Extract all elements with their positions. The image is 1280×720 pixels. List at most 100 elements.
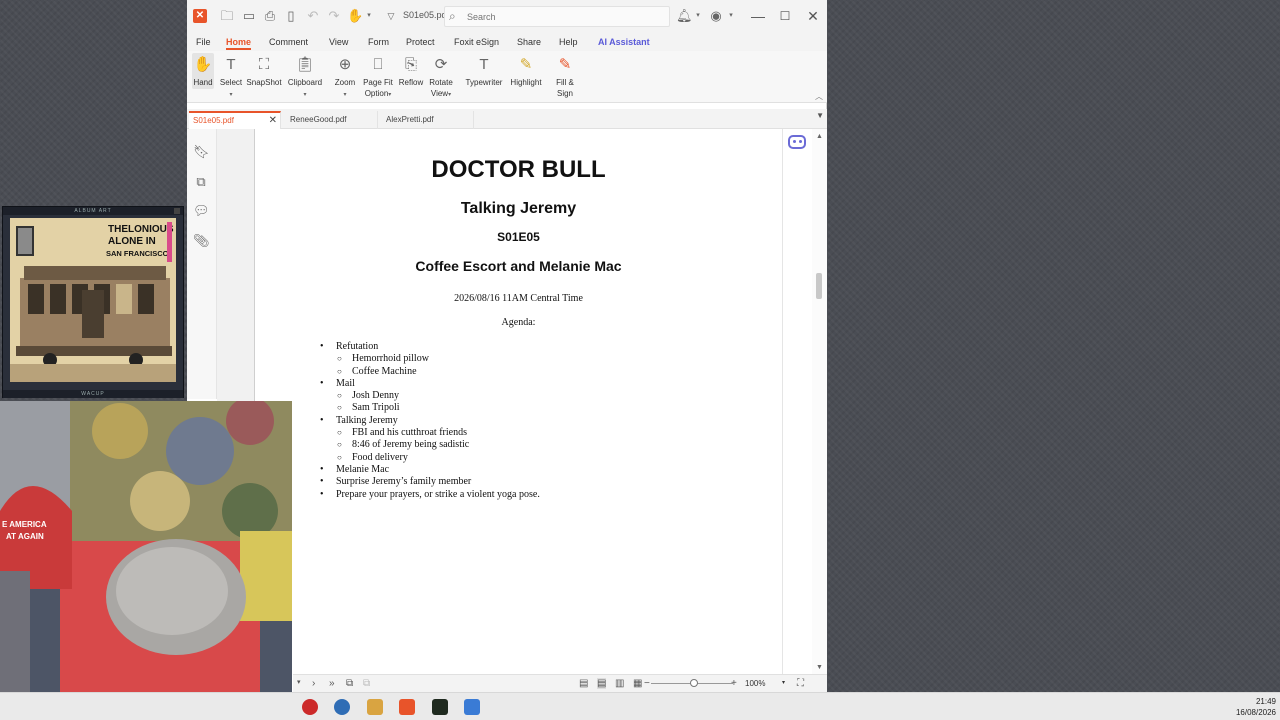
minimize-button[interactable]: — [748, 6, 768, 26]
chevron-down-icon: ▾ [388, 92, 392, 98]
redo-icon[interactable]: ↷ [326, 8, 342, 24]
drawing-app-icon[interactable] [464, 699, 480, 715]
pages-icon[interactable]: ⧉ [193, 174, 209, 190]
snapshot-button[interactable]: ⛶ SnapShot [246, 53, 282, 88]
zoom-in-icon[interactable]: + [731, 678, 737, 689]
tab-reneegood[interactable]: ReneeGood.pdf [286, 111, 378, 129]
full-screen-icon[interactable]: ⛶ [797, 678, 804, 689]
print-icon[interactable]: ⎙ [262, 8, 278, 24]
collapse-ribbon-icon[interactable]: ︿ [815, 91, 823, 102]
ai-side-strip [782, 129, 812, 674]
album-title-text-3: SAN FRANCISCO [106, 249, 169, 258]
open-folder-icon[interactable]: 🗀 [219, 8, 235, 24]
pdf-subtitle: Talking Jeremy [460, 200, 577, 217]
scrollbar-thumb[interactable] [816, 273, 822, 299]
terminal-icon[interactable] [432, 699, 448, 715]
menu-protect[interactable]: Protect [406, 37, 435, 47]
chevron-down-icon[interactable]: ▾ [361, 8, 377, 24]
foxit-reader-icon[interactable] [399, 699, 415, 715]
quick-access-menu-icon[interactable]: ▽ [383, 8, 399, 24]
agenda-item-text: 8:46 of Jeremy being sadistic [352, 439, 470, 451]
clipboard-button[interactable]: 📋︎ Clipboard ▾ [286, 53, 324, 101]
bullet-icon: • [320, 488, 324, 500]
highlight-button[interactable]: ✎ Highlight [508, 53, 544, 88]
tab-label: ReneeGood.pdf [290, 115, 347, 124]
rotate-view-button[interactable]: ⟳ Rotate View▾ [428, 53, 454, 101]
maximize-button[interactable]: ☐ [775, 6, 795, 26]
menu-share[interactable]: Share [517, 37, 541, 47]
agenda-item-text: Surprise Jeremy’s family member [336, 476, 472, 488]
media-player-icon[interactable] [367, 699, 383, 715]
tab-list-icon[interactable]: ▼ [816, 111, 824, 120]
zoom-slider-handle[interactable] [690, 679, 698, 687]
typewriter-icon: T [479, 56, 489, 73]
navigation-panel: 🔖︎ ⧉ 💬︎ 📎︎ [187, 129, 217, 399]
menu-foxit-esign[interactable]: Foxit eSign [454, 37, 499, 47]
menu-help[interactable]: Help [559, 37, 578, 47]
search-input[interactable] [467, 10, 662, 24]
bullet-icon: ○ [337, 428, 342, 438]
single-page-view-icon[interactable]: ▤ [579, 678, 588, 689]
browser-icon[interactable] [334, 699, 350, 715]
page-fit-option-button[interactable]: ⎕ Page Fit Option▾ [362, 53, 394, 101]
snapshot-label: SnapShot [246, 78, 282, 87]
close-tab-icon[interactable]: ✕ [269, 115, 277, 126]
bullet-icon: ○ [337, 391, 342, 401]
typewriter-label: Typewriter [465, 78, 503, 87]
taskbar: 21:49 16/08/2026 [0, 692, 1280, 720]
reflow-icon: ⎘ [404, 56, 417, 73]
tab-s01e05[interactable]: S01e05.pdf ✕ [189, 111, 281, 129]
close-icon[interactable] [174, 208, 180, 214]
comments-icon[interactable]: 💬︎ [193, 203, 210, 219]
hand-tool-button[interactable]: ✋ Hand [192, 53, 214, 89]
tab-label: S01e05.pdf [193, 116, 234, 125]
album-art-window: ALBUM ART THELONIOUS ALONE IN SAN FRANCI… [2, 206, 184, 398]
menu-home[interactable]: Home [226, 37, 252, 50]
chevron-down-icon: ▾ [303, 92, 307, 98]
continuous-facing-view-icon[interactable]: ▦ [633, 678, 642, 689]
chevron-down-icon[interactable]: ▾ [723, 8, 739, 24]
menu-comment[interactable]: Comment [269, 37, 308, 47]
search-box[interactable]: ⌕ [444, 6, 670, 27]
menu-ai-assistant[interactable]: AI Assistant [598, 37, 650, 47]
zoom-button[interactable]: ⊕ Zoom ▾ [333, 53, 357, 101]
bookmark-icon[interactable]: 🔖︎ [193, 144, 210, 160]
fill-sign-button[interactable]: ✎ Fill & Sign [551, 53, 579, 99]
album-title-text-1: THELONIOUS [108, 224, 174, 235]
zoom-out-icon[interactable]: − [644, 678, 650, 689]
attachment-icon[interactable]: 📎︎ [193, 233, 210, 249]
select-tool-button[interactable]: T Select ▾ [218, 53, 244, 101]
previous-page-icon[interactable]: ▾ [297, 678, 301, 686]
account-icon[interactable]: ◉ [708, 8, 724, 24]
menu-bar: File Home Comment View Form Protect Foxi… [187, 33, 827, 51]
scroll-down-icon[interactable]: ▼ [816, 664, 823, 671]
menu-file[interactable]: File [196, 37, 211, 47]
system-clock[interactable]: 21:49 16/08/2026 [1236, 696, 1276, 718]
last-page-icon[interactable]: » [329, 678, 335, 689]
menu-form[interactable]: Form [368, 37, 389, 47]
typewriter-button[interactable]: T Typewriter [464, 53, 504, 88]
scroll-up-icon[interactable]: ▲ [816, 133, 823, 140]
page-fit-icon: ⎕ [373, 56, 383, 73]
copy-page-icon[interactable]: ⧉ [346, 678, 353, 689]
continuous-view-icon[interactable]: ▤ [597, 678, 607, 689]
page-view-icon[interactable]: ⧉ [363, 678, 370, 689]
undo-icon[interactable]: ↶ [305, 8, 321, 24]
close-button[interactable]: ✕ [803, 6, 823, 26]
pdf-guests: Coffee Escort and Melanie Mac [415, 258, 622, 274]
select-label: Select [219, 78, 243, 87]
album-title-text-2: ALONE IN [108, 236, 156, 247]
chevron-down-icon[interactable]: ▾ [690, 8, 706, 24]
tab-alexpretti[interactable]: AlexPretti.pdf [382, 111, 474, 129]
document-icon[interactable]: ▯ [283, 8, 299, 24]
facing-view-icon[interactable]: ▥ [615, 678, 624, 689]
agenda-item-text: Josh Denny [352, 390, 399, 402]
red-app-icon[interactable] [302, 699, 318, 715]
zoom-level-select[interactable]: 100% ▾ [742, 677, 792, 691]
reflow-button[interactable]: ⎘ Reflow [397, 53, 425, 88]
vertical-scrollbar[interactable]: ▲ ▼ [812, 129, 827, 674]
save-icon[interactable]: ▭ [241, 8, 257, 24]
next-page-icon[interactable]: › [312, 678, 315, 689]
menu-view[interactable]: View [329, 37, 348, 47]
ai-assistant-icon[interactable] [788, 135, 806, 149]
